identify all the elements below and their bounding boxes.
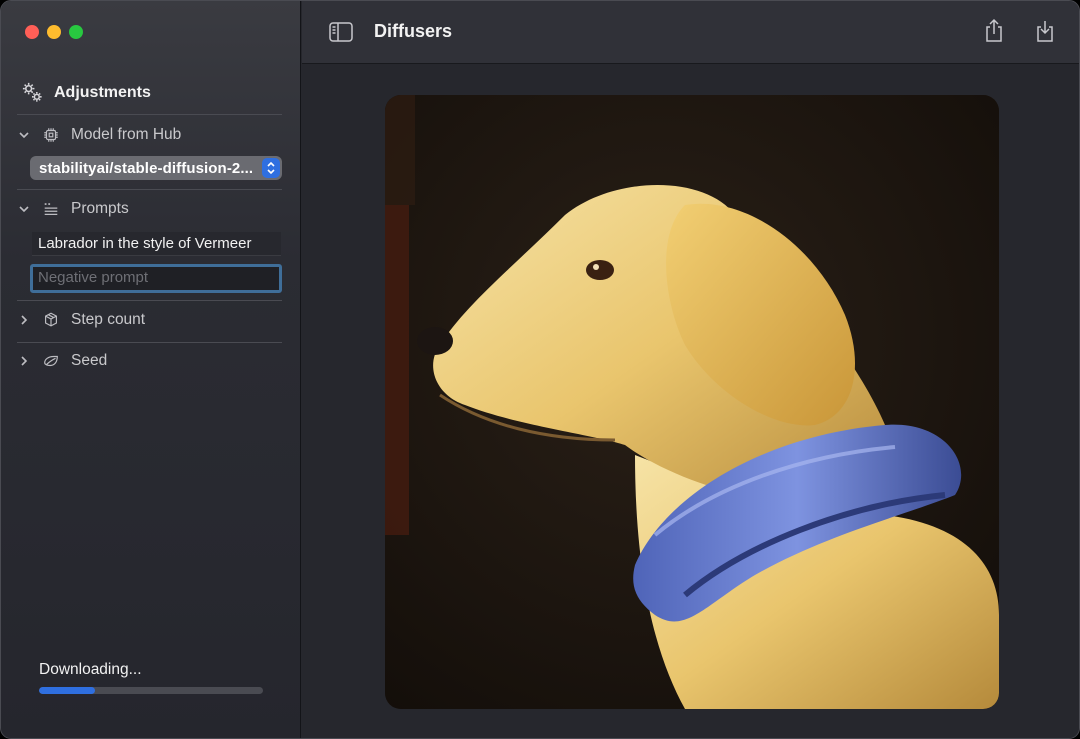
negative-prompt-input[interactable]: Negative prompt <box>30 264 282 293</box>
section-step-count[interactable]: Step count <box>17 309 145 331</box>
chevron-up-down-icon[interactable] <box>262 158 280 178</box>
gears-icon <box>22 82 42 102</box>
cpu-icon <box>41 125 61 145</box>
section-model-from-hub[interactable]: Model from Hub <box>17 124 181 146</box>
text-list-icon <box>41 199 61 219</box>
leaf-icon <box>41 351 61 371</box>
share-icon[interactable] <box>982 18 1006 44</box>
image-canvas <box>302 64 1079 738</box>
window-title: Diffusers <box>374 21 453 41</box>
chevron-down-icon[interactable] <box>17 128 31 142</box>
minimize-window-button[interactable] <box>47 25 61 39</box>
divider <box>17 300 282 301</box>
download-icon[interactable] <box>1033 18 1057 44</box>
zoom-window-button[interactable] <box>69 25 83 39</box>
divider <box>17 114 282 115</box>
model-select[interactable]: stabilityai/stable-diffusion-2... <box>30 156 282 180</box>
chevron-right-icon[interactable] <box>17 354 31 368</box>
download-status: Downloading... <box>39 661 142 678</box>
chevron-down-icon[interactable] <box>17 202 31 216</box>
chevron-right-icon[interactable] <box>17 313 31 327</box>
download-progress-bar <box>39 687 263 694</box>
section-seed[interactable]: Seed <box>17 350 107 372</box>
divider <box>17 189 282 190</box>
close-window-button[interactable] <box>25 25 39 39</box>
adjustments-title: Adjustments <box>54 83 151 101</box>
divider <box>17 342 282 343</box>
sidebar: Adjustments Model from Hub stabilityai/s… <box>1 1 301 738</box>
sidebar-toggle-icon[interactable] <box>329 22 353 42</box>
cube-stack-icon <box>41 310 61 330</box>
generated-image[interactable] <box>385 95 999 709</box>
section-label: Step count <box>71 311 146 328</box>
progress-fill <box>39 687 95 694</box>
prompt-input[interactable]: Labrador in the style of Vermeer <box>32 232 281 256</box>
model-select-value: stabilityai/stable-diffusion-2... <box>39 159 254 177</box>
toolbar: Diffusers <box>302 1 1079 64</box>
section-label: Seed <box>71 352 108 369</box>
section-prompts[interactable]: Prompts <box>17 198 129 220</box>
section-label: Prompts <box>71 200 129 217</box>
app-window: Adjustments Model from Hub stabilityai/s… <box>0 0 1080 739</box>
adjustments-header: Adjustments <box>21 81 151 104</box>
section-label: Model from Hub <box>71 126 182 143</box>
window-controls <box>25 25 83 39</box>
